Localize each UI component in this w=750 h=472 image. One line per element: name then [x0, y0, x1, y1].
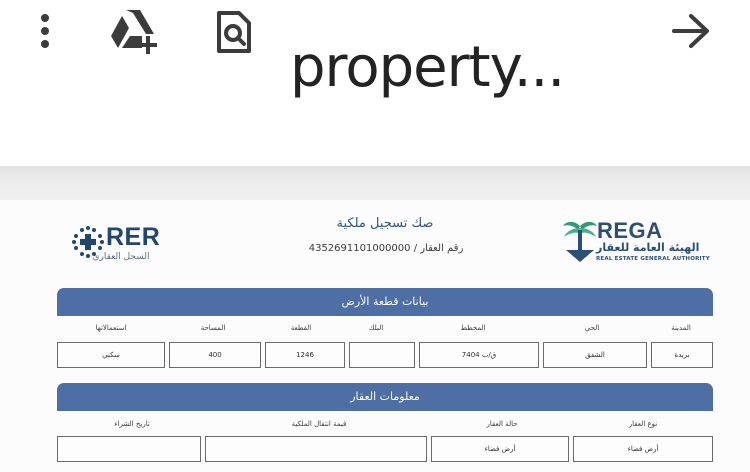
property-columns-row: نوع العقار حالة العقار قيمة انتقال الملك… — [57, 412, 713, 436]
property-cell-transfer-value — [205, 436, 427, 462]
land-col-city: المدينة — [671, 324, 691, 332]
property-values-row: أرض فضاء أرض فضاء — [57, 436, 713, 462]
rer-logo-text: RER — [106, 223, 161, 251]
land-section-header: بيانات قطعة الأرض — [57, 288, 713, 316]
land-values-row: بريدة الشفق ق/ب 7404 1246 400 سكني — [57, 342, 713, 368]
property-col-purchase-date: تاريخ الشراء — [114, 420, 150, 428]
property-cell-status: أرض فضاء — [431, 436, 569, 462]
rega-english-name: REAL ESTATE GENERAL AUTHORITY — [596, 256, 710, 262]
rer-logo-subtitle: السجل العقاري — [92, 252, 150, 262]
land-cell-plot: 1246 — [265, 342, 345, 368]
land-col-usage: استعمالاتها — [95, 324, 127, 332]
more-vert-icon[interactable] — [33, 12, 57, 52]
property-section-header: معلومات العقار — [57, 383, 713, 411]
property-cell-purchase-date — [57, 436, 201, 462]
land-cell-block — [349, 342, 415, 368]
document-title: property... — [290, 35, 565, 100]
property-col-transfer-value: قيمة انتقال الملكية — [291, 420, 347, 428]
deed-title: صك تسجيل ملكية — [336, 216, 434, 231]
property-cell-type: أرض فضاء — [573, 436, 713, 462]
land-cell-plan: ق/ب 7404 — [419, 342, 539, 368]
land-cell-district: الشفق — [543, 342, 647, 368]
land-col-district: الحي — [584, 324, 600, 332]
top-app-bar: property... — [0, 0, 750, 166]
land-col-plan: المخطط — [460, 324, 486, 332]
document-page[interactable]: RER السجل العقاري صك تسجيل ملكية رقم الع… — [0, 200, 750, 472]
land-cell-area: 400 — [169, 342, 261, 368]
land-cell-city: بريدة — [651, 342, 713, 368]
property-number: رقم العقار / 4352691101000000 — [308, 243, 464, 254]
toolbar-divider — [0, 166, 750, 200]
property-col-type: نوع العقار — [628, 420, 658, 428]
land-col-area: المساحة — [200, 324, 226, 332]
land-col-plot: القطعة — [290, 324, 312, 332]
rega-logo-mark — [563, 221, 597, 262]
land-cell-usage: سكني — [57, 342, 165, 368]
land-columns-row: المدينة الحي المخطط البلك القطعة المساحة… — [57, 316, 713, 340]
rega-arabic-name: الهيئة العامة للعقار — [596, 241, 700, 254]
land-col-block: البلك — [368, 324, 384, 332]
property-col-status: حالة العقار — [486, 420, 518, 428]
forward-arrow-icon[interactable] — [670, 12, 712, 50]
find-in-page-icon[interactable] — [214, 10, 254, 54]
add-to-drive-icon[interactable] — [108, 8, 160, 54]
